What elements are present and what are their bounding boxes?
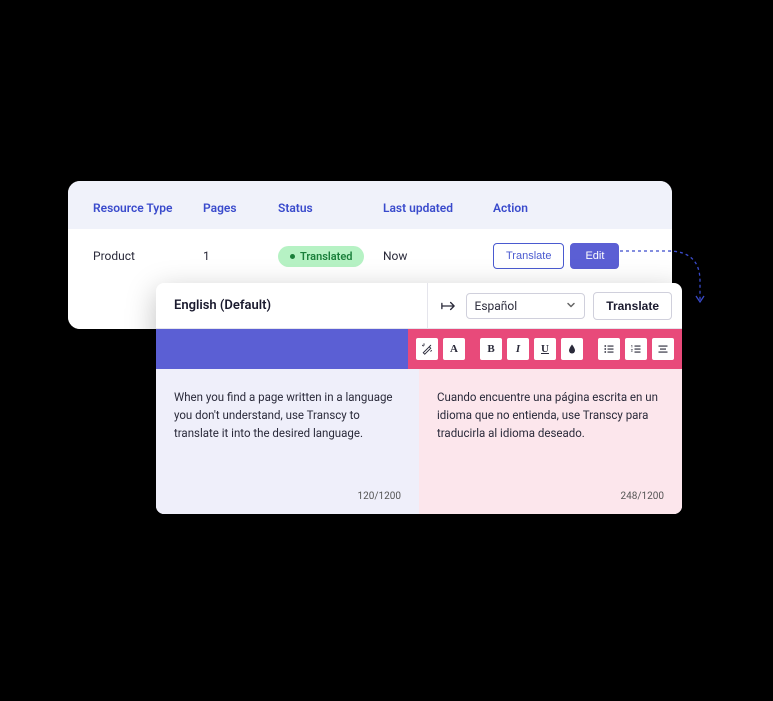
numbered-list-button[interactable]: 12 (625, 338, 647, 360)
bullet-list-button[interactable] (598, 338, 620, 360)
font-family-button[interactable]: A (443, 338, 465, 360)
italic-button[interactable]: I (507, 338, 529, 360)
target-lang-controls: Español Translate (427, 283, 683, 328)
edit-button[interactable]: Edit (570, 243, 619, 269)
cell-pages: 1 (203, 249, 278, 263)
status-text: Translated (300, 250, 352, 263)
svg-text:2: 2 (631, 348, 633, 352)
toolbar-separator (590, 340, 591, 358)
target-lang-select[interactable]: Español (466, 293, 586, 319)
cell-resource-type: Product (93, 249, 203, 263)
editor-header: English (Default) Español Translate (156, 283, 682, 329)
translate-action-button[interactable]: Translate (593, 292, 672, 320)
target-text-pane[interactable]: Cuando encuentre una página escrita en u… (419, 369, 682, 514)
source-lang-label: English (Default) (156, 283, 427, 328)
align-button[interactable] (652, 338, 674, 360)
target-toolbar: A B I U 12 (408, 329, 682, 369)
source-ribbon (156, 329, 408, 369)
col-resource-type: Resource Type (93, 201, 203, 215)
status-dot-icon (290, 254, 295, 259)
swap-icon[interactable] (438, 299, 458, 313)
col-last-updated: Last updated (383, 201, 493, 215)
target-lang-value: Español (475, 299, 518, 313)
col-status: Status (278, 201, 383, 215)
chevron-down-icon (566, 299, 576, 313)
table-header-row: Resource Type Pages Status Last updated … (68, 181, 672, 229)
source-text-pane: When you find a page written in a langua… (156, 369, 419, 514)
source-char-count: 120/1200 (174, 489, 401, 505)
target-text: Cuando encuentre una página escrita en u… (437, 389, 664, 479)
col-action: Action (493, 201, 613, 215)
cell-last-updated: Now (383, 249, 493, 263)
magic-wand-button[interactable] (416, 338, 438, 360)
status-badge: Translated (278, 246, 364, 267)
translate-button[interactable]: Translate (493, 243, 564, 269)
bold-button[interactable]: B (480, 338, 502, 360)
color-fill-button[interactable] (561, 338, 583, 360)
translation-editor: English (Default) Español Translate A B … (156, 283, 682, 514)
toolbar-separator (472, 340, 473, 358)
target-char-count: 248/1200 (437, 489, 664, 505)
editor-toolbar-row: A B I U 12 (156, 329, 682, 369)
source-text: When you find a page written in a langua… (174, 389, 401, 479)
cell-status: Translated (278, 246, 383, 267)
underline-button[interactable]: U (534, 338, 556, 360)
cell-action: Translate Edit (493, 243, 613, 269)
col-pages: Pages (203, 201, 278, 215)
editor-body: When you find a page written in a langua… (156, 369, 682, 514)
